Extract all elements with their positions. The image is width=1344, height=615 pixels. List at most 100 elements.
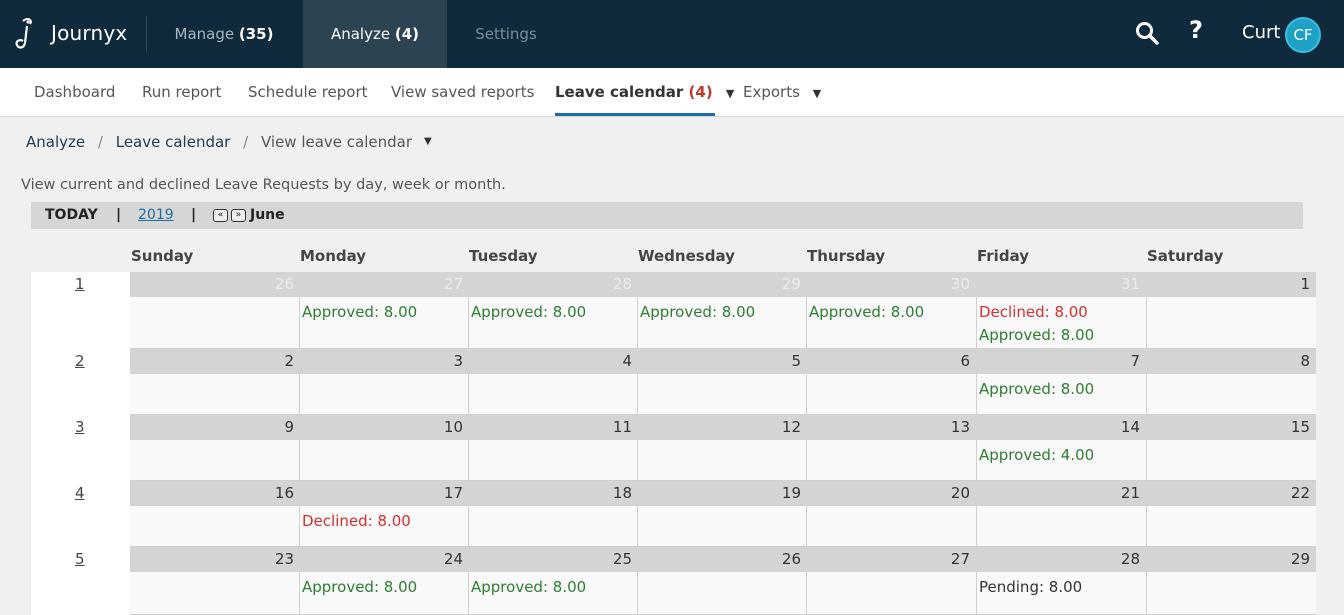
day-number[interactable]: 26 (134, 272, 294, 297)
day-number[interactable]: 28 (980, 547, 1140, 572)
caret-down-icon[interactable]: ▼ (424, 136, 432, 147)
day-number[interactable]: 23 (134, 547, 294, 572)
app-name[interactable]: Journyx (51, 21, 127, 45)
day-number[interactable]: 19 (641, 481, 801, 506)
day-number[interactable]: 29 (641, 272, 801, 297)
week-number-link[interactable]: 2 (75, 352, 85, 370)
week-number-link[interactable]: 4 (75, 484, 85, 502)
cell-divider (468, 297, 469, 349)
day-number[interactable]: 17 (303, 481, 463, 506)
day-number[interactable]: 25 (472, 547, 632, 572)
day-number[interactable]: 28 (472, 272, 632, 297)
leave-entry-pending[interactable]: Pending: 8.00 (979, 578, 1082, 596)
tab-analyze[interactable]: Analyze (4) (303, 0, 447, 68)
day-number[interactable]: 30 (810, 272, 970, 297)
user-name[interactable]: Curt (1242, 22, 1280, 43)
leave-entry-approved[interactable]: Approved: 8.00 (302, 303, 417, 321)
leave-entry-approved[interactable]: Approved: 8.00 (471, 578, 586, 596)
prev-month-icon[interactable]: « (213, 209, 228, 222)
day-number[interactable]: 15 (1150, 415, 1310, 440)
day-number[interactable]: 27 (303, 272, 463, 297)
day-number[interactable]: 7 (980, 349, 1140, 374)
week-number-link[interactable]: 1 (75, 275, 85, 293)
leave-entry-approved[interactable]: Approved: 8.00 (640, 303, 755, 321)
day-number[interactable]: 11 (472, 415, 632, 440)
leave-entry-approved[interactable]: Approved: 8.00 (302, 578, 417, 596)
day-number[interactable]: 4 (472, 349, 632, 374)
day-number[interactable]: 14 (980, 415, 1140, 440)
cell-divider (806, 572, 807, 615)
day-number[interactable]: 13 (810, 415, 970, 440)
subnav-dashboard[interactable]: Dashboard (34, 68, 115, 116)
cell-divider (637, 374, 638, 415)
leave-entry-approved[interactable]: Approved: 8.00 (809, 303, 924, 321)
help-icon[interactable]: ? (1189, 16, 1203, 44)
journyx-logo-icon[interactable] (14, 17, 36, 51)
subnav-leave-calendar[interactable]: Leave calendar (4) ▼ (555, 68, 734, 116)
next-month-icon[interactable]: » (231, 209, 246, 222)
week-entries-row (130, 374, 1316, 415)
day-number[interactable]: 22 (1150, 481, 1310, 506)
subnav-schedule-report[interactable]: Schedule report (248, 68, 368, 116)
day-number[interactable]: 18 (472, 481, 632, 506)
year-link[interactable]: 2019 (138, 202, 174, 229)
leave-entry-approved[interactable]: Approved: 4.00 (979, 446, 1094, 464)
cell-divider (976, 297, 977, 349)
avatar[interactable]: CF (1285, 17, 1321, 53)
cell-divider (1146, 297, 1147, 349)
top-navigation-bar: Journyx Manage (35) Analyze (4) Settings… (0, 0, 1344, 68)
leave-entry-approved[interactable]: Approved: 8.00 (979, 326, 1094, 344)
leave-entry-approved[interactable]: Approved: 8.00 (979, 380, 1094, 398)
breadcrumb: Analyze / Leave calendar / View leave ca… (26, 133, 412, 151)
cell-divider (806, 506, 807, 547)
page-description: View current and declined Leave Requests… (21, 177, 506, 193)
day-number[interactable]: 10 (303, 415, 463, 440)
tab-manage-count: (35) (238, 25, 274, 43)
day-number[interactable]: 1 (1150, 272, 1310, 297)
day-number[interactable]: 27 (810, 547, 970, 572)
search-icon[interactable] (1134, 20, 1160, 46)
breadcrumb-leave-calendar[interactable]: Leave calendar (116, 133, 231, 151)
subnav-run-report[interactable]: Run report (142, 68, 221, 116)
day-number[interactable]: 21 (980, 481, 1140, 506)
day-number[interactable]: 3 (303, 349, 463, 374)
current-month: June (250, 207, 285, 223)
caret-down-icon[interactable]: ▼ (813, 87, 821, 100)
today-button[interactable]: TODAY (45, 202, 98, 229)
subnav-leave-calendar-count: (4) (688, 83, 713, 101)
day-number[interactable]: 29 (1150, 547, 1310, 572)
day-number[interactable]: 31 (980, 272, 1140, 297)
week-number-link[interactable]: 5 (75, 550, 85, 568)
cell-divider (637, 440, 638, 481)
cell-divider (299, 440, 300, 481)
day-number[interactable]: 20 (810, 481, 970, 506)
breadcrumb-separator: / (243, 133, 249, 151)
subnav-view-saved-reports[interactable]: View saved reports (391, 68, 534, 116)
week-entries-row (130, 440, 1316, 481)
tab-manage[interactable]: Manage (35) (148, 0, 300, 68)
leave-entry-approved[interactable]: Approved: 8.00 (471, 303, 586, 321)
day-number[interactable]: 8 (1150, 349, 1310, 374)
subnav-exports[interactable]: Exports ▼ (743, 68, 821, 116)
day-number[interactable]: 5 (641, 349, 801, 374)
day-number[interactable]: 2 (134, 349, 294, 374)
leave-entry-declined[interactable]: Declined: 8.00 (979, 303, 1088, 321)
cell-divider (1146, 440, 1147, 481)
day-number[interactable]: 6 (810, 349, 970, 374)
caret-down-icon[interactable]: ▼ (726, 87, 734, 100)
day-number[interactable]: 24 (303, 547, 463, 572)
tab-settings[interactable]: Settings (448, 0, 564, 68)
day-of-week-friday: Friday (977, 247, 1030, 265)
cell-divider (299, 506, 300, 547)
leave-entry-declined[interactable]: Declined: 8.00 (302, 512, 411, 530)
week-number-link[interactable]: 3 (75, 418, 85, 436)
cell-divider (976, 374, 977, 415)
day-number[interactable]: 26 (641, 547, 801, 572)
cell-divider (1146, 572, 1147, 615)
day-number[interactable]: 16 (134, 481, 294, 506)
day-number[interactable]: 12 (641, 415, 801, 440)
breadcrumb-analyze[interactable]: Analyze (26, 133, 85, 151)
cell-divider (299, 374, 300, 415)
cell-divider (468, 440, 469, 481)
day-number[interactable]: 9 (134, 415, 294, 440)
